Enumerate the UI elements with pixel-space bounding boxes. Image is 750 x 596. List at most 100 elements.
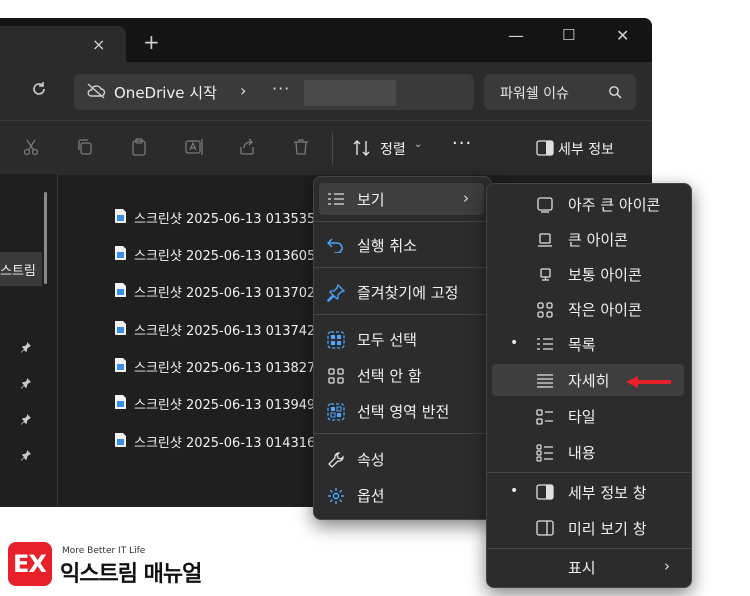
undo-icon [326, 237, 345, 257]
active-tab[interactable]: × [0, 26, 126, 62]
menu-item-select-none[interactable]: 선택 안 함 [319, 359, 484, 391]
menu-item-label: 큰 아이콘 [568, 231, 628, 249]
breadcrumb-chevron-icon[interactable]: › [240, 81, 246, 100]
menu-item-label: 모두 선택 [357, 331, 417, 349]
logo-tagline: More Better IT Life [62, 546, 146, 556]
context-menu: 보기 › 실행 취소 즐겨찾기에 고정 모두 선택 선택 안 함 선택 영역 반… [313, 176, 492, 520]
menu-item-list[interactable]: • 목록 [492, 328, 684, 360]
menu-item-options[interactable]: 옵션 [319, 479, 484, 511]
address-path[interactable]: OneDrive 시작 [114, 82, 217, 103]
selected-bullet: • [510, 335, 519, 351]
selected-bullet: • [510, 483, 519, 499]
search-box[interactable]: 파워쉘 이슈 [484, 74, 636, 110]
image-file-icon [114, 282, 127, 302]
menu-divider [487, 472, 691, 473]
file-name: 스크린샷 2025-06-13 013702 [134, 286, 316, 301]
paste-icon[interactable] [130, 138, 148, 160]
cut-icon[interactable] [22, 138, 40, 160]
laptop-icon [536, 231, 554, 253]
more-options-button[interactable]: ··· [452, 133, 472, 154]
image-file-icon [114, 394, 127, 414]
menu-item-label: 선택 영역 반전 [357, 403, 450, 421]
image-file-icon [114, 320, 127, 340]
menu-item-label: 옵션 [357, 487, 385, 505]
menu-item-preview-pane[interactable]: 미리 보기 창 [492, 512, 684, 544]
maximize-button[interactable]: ☐ [562, 26, 575, 44]
search-input[interactable]: 파워쉘 이슈 [500, 83, 569, 103]
close-window-button[interactable]: ✕ [616, 26, 629, 45]
menu-divider [314, 221, 491, 222]
image-file-icon [114, 245, 127, 265]
file-name: 스크린샷 2025-06-13 013605 [134, 249, 316, 264]
rename-icon[interactable] [184, 138, 204, 160]
chevron-right-icon: › [664, 557, 670, 575]
chevron-right-icon: › [463, 189, 469, 207]
menu-divider [314, 267, 491, 268]
preview-pane-icon [536, 520, 554, 540]
nav-scrollbar[interactable] [44, 192, 47, 284]
menu-item-small-icons[interactable]: 작은 아이콘 [492, 293, 684, 325]
menu-item-invert-selection[interactable]: 선택 영역 반전 [319, 395, 484, 427]
content-view-icon [536, 444, 554, 466]
menu-item-label: 세부 정보 창 [568, 484, 647, 502]
address-bar[interactable]: OneDrive 시작 › ··· [74, 74, 474, 110]
file-name: 스크린샷 2025-06-13 013827 [134, 361, 316, 376]
menu-item-label: 아주 큰 아이콘 [568, 196, 661, 214]
pin-icon [327, 283, 346, 306]
menu-item-medium-icons[interactable]: 보통 아이콘 [492, 258, 684, 290]
select-none-icon [327, 367, 345, 389]
details-pane-icon [536, 140, 554, 160]
red-arrow-annotation [625, 374, 673, 393]
tab-close-icon[interactable]: × [92, 35, 105, 54]
grid-icon [536, 301, 554, 323]
file-name: 스크린샷 2025-06-13 013742 [134, 324, 316, 339]
menu-item-select-all[interactable]: 모두 선택 [319, 323, 484, 355]
search-icon[interactable] [608, 84, 622, 103]
share-icon[interactable] [238, 138, 256, 160]
sort-label: 정렬 [380, 142, 406, 158]
menu-item-label: 보통 아이콘 [568, 266, 642, 284]
pin-icon [20, 374, 32, 393]
menu-item-label: 작은 아이콘 [568, 301, 642, 319]
select-all-icon [327, 331, 345, 353]
minimize-button[interactable]: — [508, 26, 524, 45]
details-view-icon [536, 372, 554, 392]
pin-icon [20, 410, 32, 429]
new-tab-button[interactable]: + [143, 32, 160, 52]
menu-item-details-pane[interactable]: • 세부 정보 창 [492, 476, 684, 508]
menu-item-show[interactable]: 표시 › [492, 551, 684, 583]
image-file-icon [114, 208, 127, 228]
file-name: 스크린샷 2025-06-13 013949 [134, 398, 316, 413]
menu-item-content[interactable]: 내용 [492, 436, 684, 468]
list-view-icon [327, 191, 345, 211]
breadcrumb-more-button[interactable]: ··· [272, 79, 290, 98]
nav-item-label: 스트림 [0, 264, 36, 279]
menu-item-undo[interactable]: 실행 취소 [319, 229, 484, 261]
delete-icon[interactable] [292, 138, 310, 160]
menu-item-view[interactable]: 보기 › [319, 183, 484, 215]
list-icon [536, 336, 554, 356]
menu-item-properties[interactable]: 속성 [319, 443, 484, 475]
menu-item-tiles[interactable]: 타일 [492, 400, 684, 432]
menu-item-pin[interactable]: 즐겨찾기에 고정 [319, 276, 484, 308]
menu-item-label: 타일 [568, 408, 596, 426]
logo-mark-text: EX [13, 550, 47, 578]
menu-item-extra-large-icons[interactable]: 아주 큰 아이콘 [492, 188, 684, 220]
menu-divider [314, 433, 491, 434]
menu-item-label: 자세히 [568, 372, 610, 390]
file-name: 스크린샷 2025-06-13 014316 [134, 436, 316, 451]
command-bar: 정렬 ⌄ ··· 세부 정보 [0, 120, 652, 175]
menu-item-label: 선택 안 함 [357, 367, 422, 385]
file-name: 스크린샷 2025-06-13 013535 [134, 212, 316, 227]
refresh-icon[interactable] [30, 80, 48, 103]
site-logo: EX More Better IT Life 익스트림 매뉴얼 [8, 540, 208, 588]
details-pane-icon [536, 484, 554, 504]
chevron-down-icon: ⌄ [414, 139, 423, 150]
image-file-icon [114, 357, 127, 377]
gear-icon [327, 487, 345, 509]
nav-item-stream[interactable]: 스트림 [0, 252, 42, 286]
copy-icon[interactable] [76, 138, 94, 160]
menu-divider [314, 314, 491, 315]
menu-item-large-icons[interactable]: 큰 아이콘 [492, 223, 684, 255]
menu-item-label: 속성 [357, 451, 385, 469]
